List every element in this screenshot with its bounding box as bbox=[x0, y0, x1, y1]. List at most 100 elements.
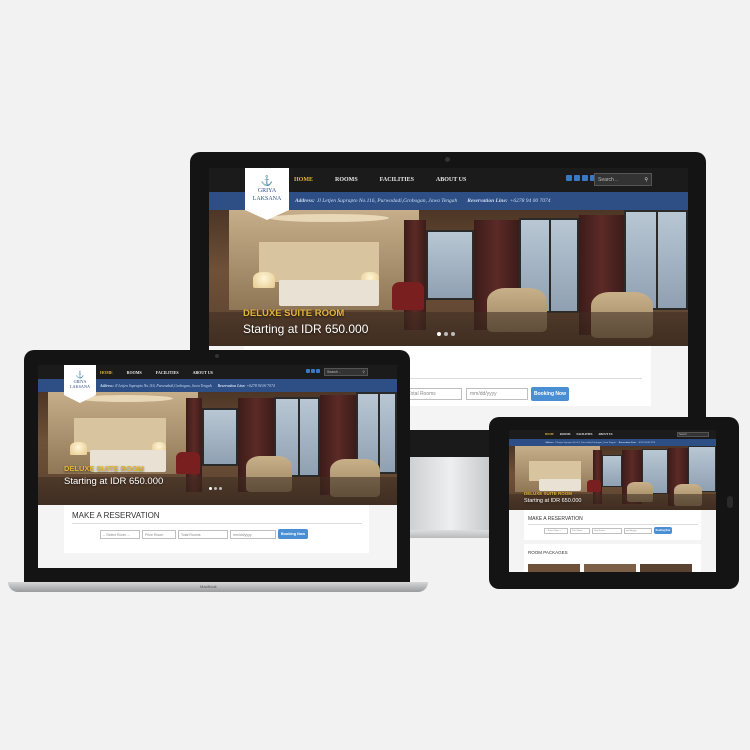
search-placeholder: Search .. bbox=[679, 433, 690, 436]
search-input[interactable]: Search .. bbox=[677, 432, 709, 437]
address-bar: Address: Jl Letjen Suprapto No.116, Purw… bbox=[509, 439, 716, 446]
logo-ribbon bbox=[245, 210, 289, 220]
room-packages-panel: ROOM PACKAGES bbox=[524, 544, 701, 572]
social-icons bbox=[566, 175, 596, 181]
address-text: Jl Letjen Suprapto No.116, Purwodadi,Gro… bbox=[114, 383, 212, 388]
laptop-screen: HOME ROOMS FACILITIES ABOUT US Search ..… bbox=[38, 365, 397, 568]
nav-about-us[interactable]: ABOUT US bbox=[598, 433, 612, 436]
social-icons bbox=[306, 369, 320, 373]
anchor-icon: ⚓ bbox=[75, 370, 85, 379]
select-room-dropdown[interactable]: -- Select Room -- bbox=[100, 530, 140, 539]
booking-now-button[interactable]: Booking Now bbox=[654, 527, 672, 534]
nav-about-us[interactable]: ABOUT US bbox=[193, 370, 213, 375]
address-text: Jl Letjen Suprapto No.116, Purwodadi,Gro… bbox=[554, 441, 616, 444]
search-input[interactable]: Search .. ⚲ bbox=[594, 173, 652, 186]
search-placeholder: Search .. bbox=[327, 370, 342, 374]
search-placeholder: Search .. bbox=[598, 176, 619, 183]
top-navbar: HOME ROOMS FACILITIES ABOUT US Search .. bbox=[509, 430, 716, 439]
price-room-dropdown[interactable]: Price Room bbox=[142, 530, 176, 539]
google-plus-icon[interactable] bbox=[316, 369, 320, 373]
booking-now-button[interactable]: Booking Now bbox=[531, 387, 569, 401]
lamp-left bbox=[70, 442, 87, 455]
facebook-icon[interactable] bbox=[306, 369, 310, 373]
facebook-icon[interactable] bbox=[566, 175, 572, 181]
reservation-label: Reservation Line: bbox=[467, 198, 508, 204]
slider-dot[interactable] bbox=[219, 487, 222, 490]
tablet-home-button bbox=[727, 496, 733, 508]
date-input[interactable]: mm/dd/yyyy bbox=[230, 530, 276, 539]
lamp-left bbox=[253, 272, 275, 288]
red-armchair bbox=[176, 452, 200, 474]
hero-subtitle: Starting at IDR 650.000 bbox=[524, 498, 582, 504]
price-room-dropdown[interactable]: Price Room bbox=[570, 528, 590, 534]
search-icon[interactable]: ⚲ bbox=[362, 370, 365, 374]
logo-line1: GRIYA bbox=[257, 187, 277, 194]
site-logo[interactable]: ⚓ GRIYA LAKSANA bbox=[245, 168, 289, 220]
address-label: Address: bbox=[100, 383, 114, 388]
slider-dots bbox=[209, 487, 222, 490]
bed bbox=[279, 280, 379, 306]
reservation-panel: MAKE A RESERVATION -- Select Room -- Pri… bbox=[64, 505, 369, 553]
twitter-icon[interactable] bbox=[311, 369, 315, 373]
nav-home[interactable]: HOME bbox=[100, 370, 113, 375]
red-armchair bbox=[587, 480, 601, 492]
search-icon[interactable]: ⚲ bbox=[644, 177, 648, 183]
hero-slider: DELUXE SUITE ROOM Starting at IDR 650.00… bbox=[509, 446, 716, 510]
reservation-divider bbox=[528, 524, 698, 525]
select-room-dropdown[interactable]: -- Select Room -- bbox=[544, 528, 568, 534]
hero-slider: DELUXE SUITE ROOM Starting at IDR 650.00… bbox=[209, 210, 688, 346]
hero-title: DELUXE SUITE ROOM bbox=[64, 464, 145, 473]
nav-facilities[interactable]: FACILITIES bbox=[380, 177, 414, 183]
hero-subtitle: Starting at IDR 650.000 bbox=[243, 322, 369, 336]
booking-now-button[interactable]: Booking Now bbox=[278, 529, 308, 539]
nav-about-us[interactable]: ABOUT US bbox=[436, 177, 466, 183]
slider-dot[interactable] bbox=[209, 487, 212, 490]
laptop-brand: MacBook bbox=[200, 584, 217, 589]
monitor-stand bbox=[410, 457, 492, 537]
slider-dot[interactable] bbox=[437, 332, 441, 336]
red-armchair bbox=[392, 282, 424, 310]
reservation-heading: MAKE A RESERVATION bbox=[528, 516, 583, 522]
package-thumbnail[interactable] bbox=[528, 564, 580, 572]
site-logo[interactable]: ⚓ GRIYA LAKSANA bbox=[64, 365, 96, 403]
nav-rooms[interactable]: ROOMS bbox=[127, 370, 142, 375]
twitter-icon[interactable] bbox=[574, 175, 580, 181]
window bbox=[602, 455, 622, 487]
laptop-camera bbox=[215, 354, 219, 358]
reservation-phone: +6278 94 00 7074 bbox=[637, 441, 656, 444]
reservation-panel: MAKE A RESERVATION -- Select Room -- Pri… bbox=[524, 510, 701, 540]
nav-rooms[interactable]: ROOMS bbox=[560, 433, 571, 436]
google-plus-icon[interactable] bbox=[582, 175, 588, 181]
logo-ribbon bbox=[64, 395, 96, 403]
logo-line2: LAKSANA bbox=[252, 195, 282, 202]
nav-home[interactable]: HOME bbox=[294, 177, 313, 183]
address-label: Address: bbox=[295, 198, 315, 204]
total-rooms-input[interactable]: Total Rooms bbox=[178, 530, 228, 539]
window bbox=[426, 230, 474, 300]
room-packages-heading: ROOM PACKAGES bbox=[528, 550, 568, 555]
headboard bbox=[529, 461, 581, 481]
total-rooms-input[interactable]: Total Rooms bbox=[592, 528, 622, 534]
nav-rooms[interactable]: ROOMS bbox=[335, 177, 358, 183]
slider-dot[interactable] bbox=[451, 332, 455, 336]
package-thumbnail[interactable] bbox=[640, 564, 692, 572]
window bbox=[202, 408, 238, 466]
nav-home[interactable]: HOME bbox=[545, 433, 554, 436]
nav-facilities[interactable]: FACILITIES bbox=[576, 433, 592, 436]
date-input[interactable]: mm/dd/yyyy bbox=[466, 388, 528, 400]
address-label: Address: bbox=[545, 441, 554, 444]
slider-dot[interactable] bbox=[444, 332, 448, 336]
monitor-camera bbox=[445, 157, 450, 162]
total-rooms-input[interactable]: Total Rooms bbox=[404, 388, 462, 400]
reservation-phone: +6278 94 00 7074 bbox=[246, 383, 275, 388]
reservation-label: Reservation Line: bbox=[618, 441, 637, 444]
hero-slider: DELUXE SUITE ROOM Starting at IDR 650.00… bbox=[38, 392, 397, 505]
nav-facilities[interactable]: FACILITIES bbox=[156, 370, 179, 375]
slider-dot[interactable] bbox=[214, 487, 217, 490]
package-thumbnail[interactable] bbox=[584, 564, 636, 572]
reservation-divider bbox=[72, 523, 362, 524]
date-input[interactable]: mm/dd/yyyy bbox=[624, 528, 652, 534]
search-input[interactable]: Search .. ⚲ bbox=[324, 368, 368, 376]
bed bbox=[539, 479, 581, 491]
reservation-phone: +6278 94 00 7074 bbox=[509, 198, 551, 204]
